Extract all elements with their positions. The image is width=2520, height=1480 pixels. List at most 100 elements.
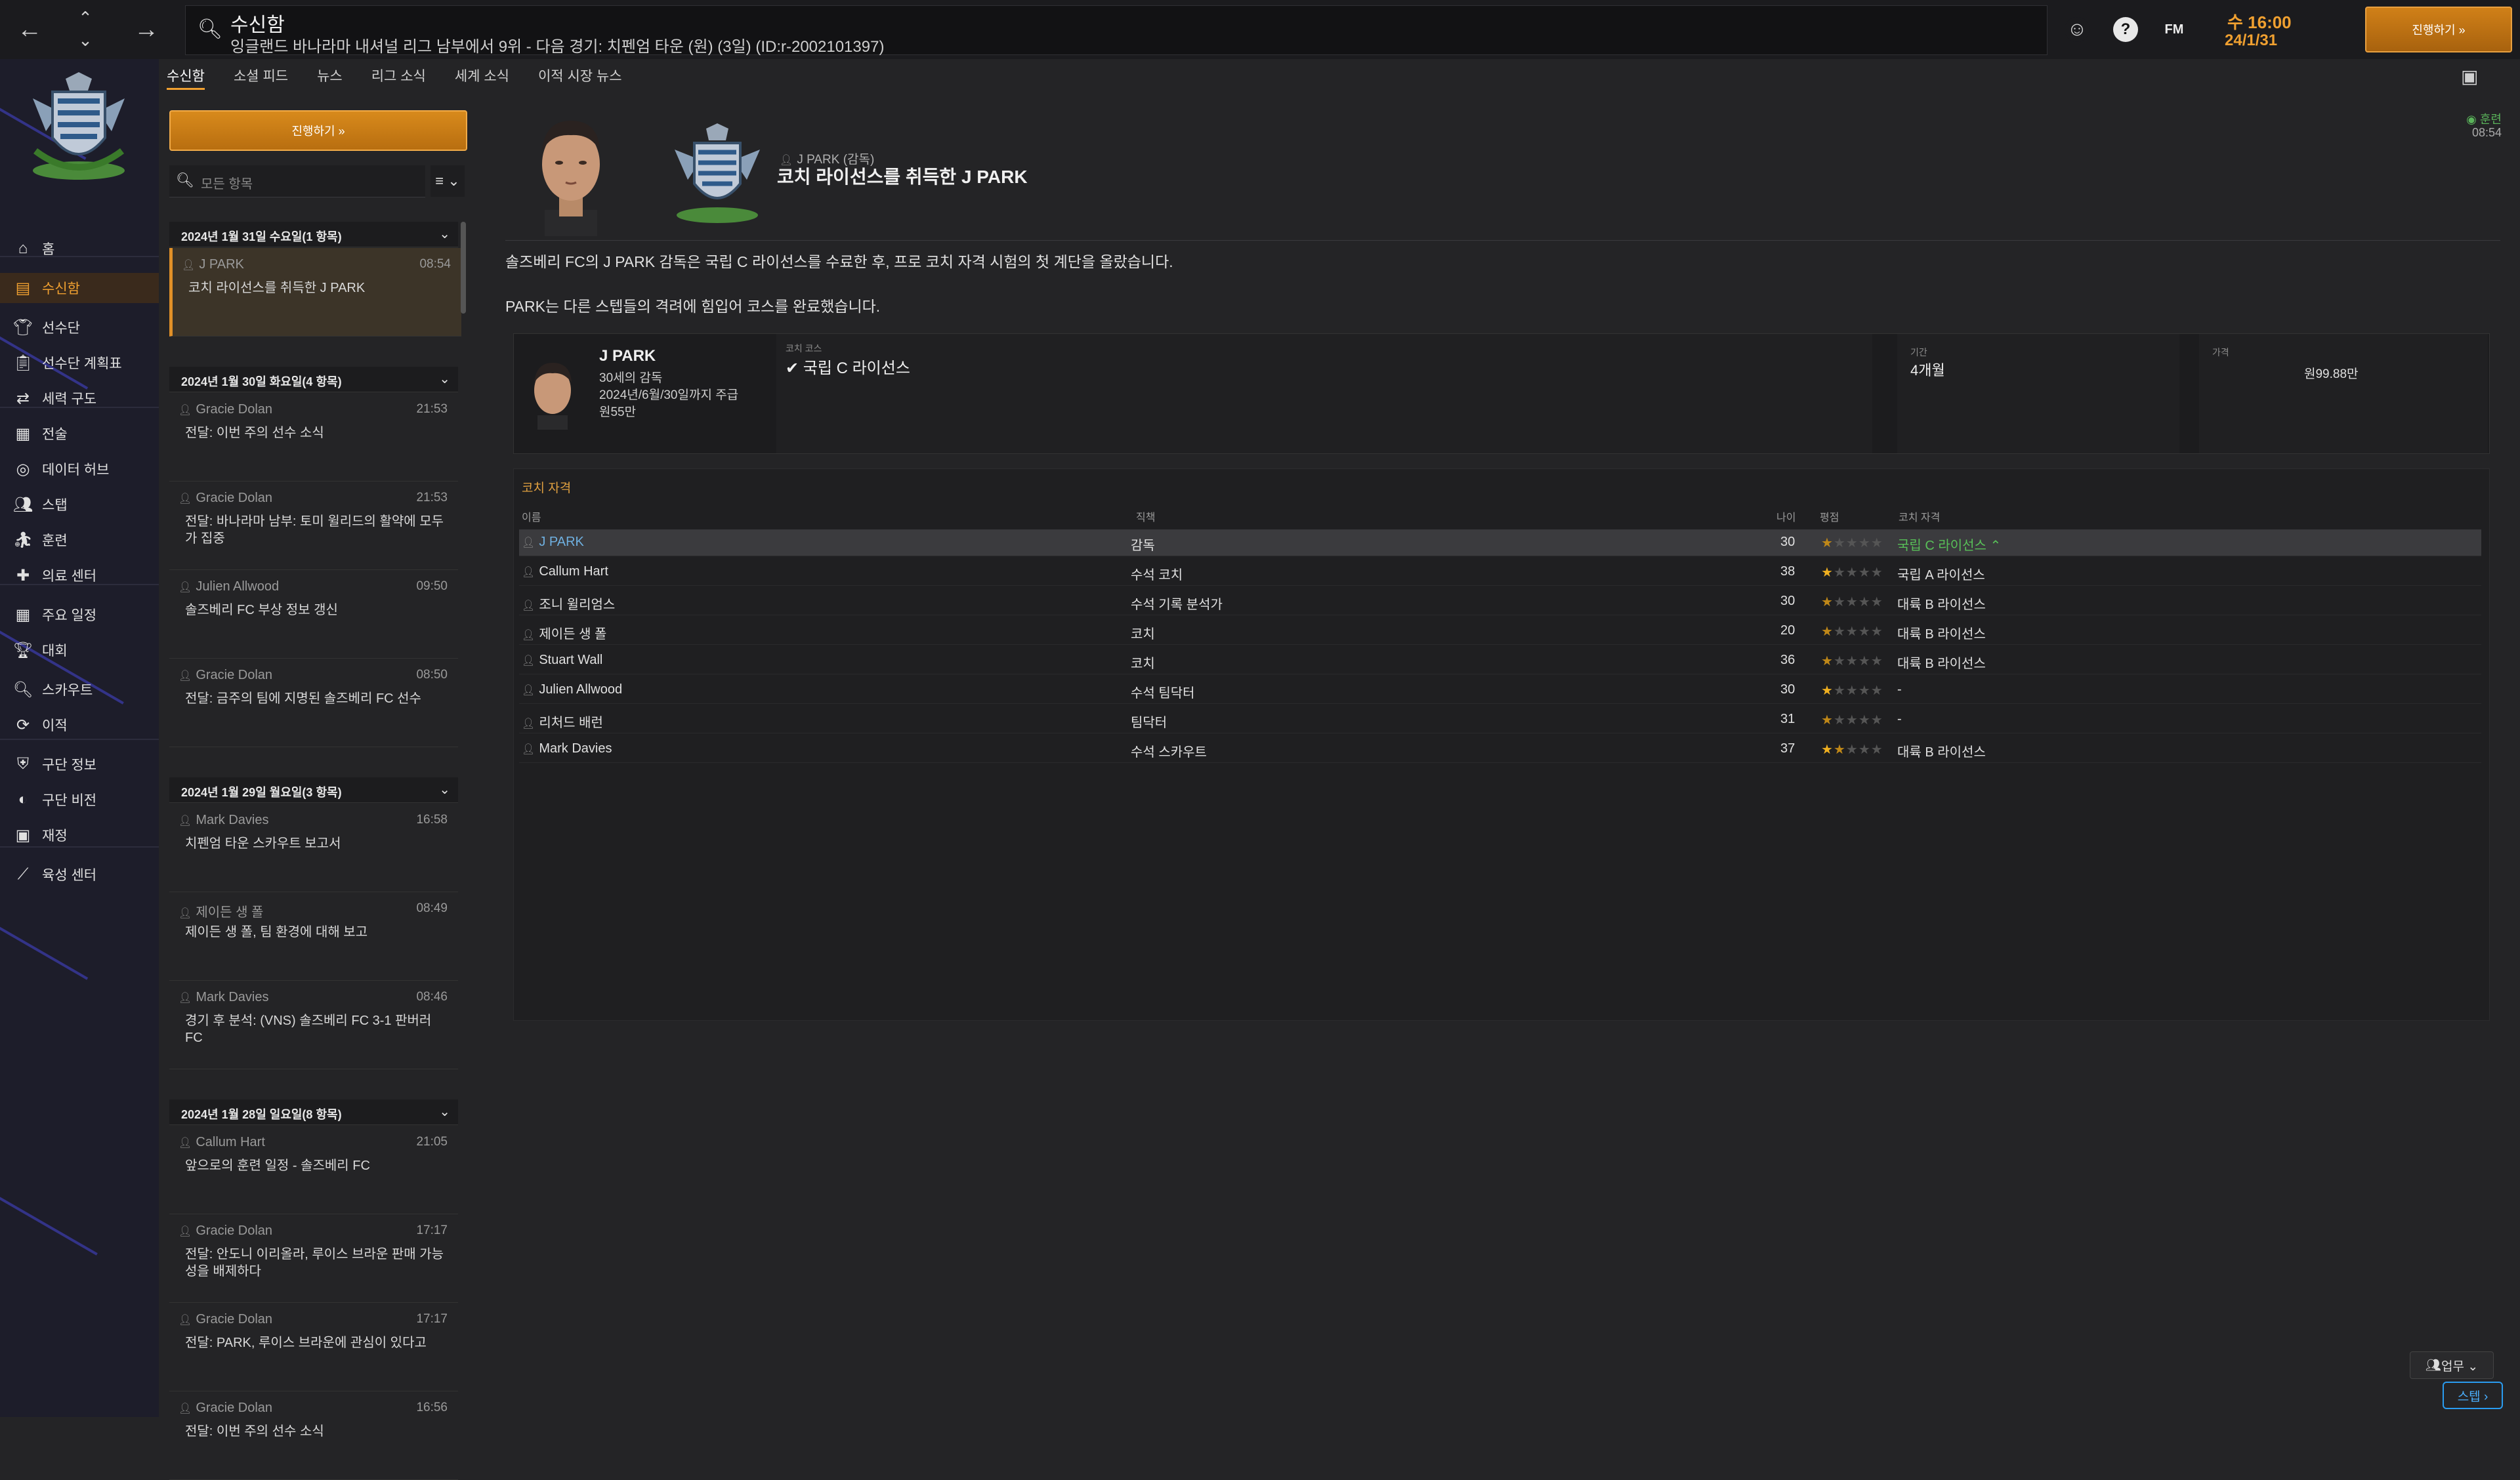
- sidebar-item[interactable]: 🔍︎ 스카우트: [0, 674, 159, 705]
- inbox-message[interactable]: 👤︎ Mark Davies 16:58 치펜엄 타운 스카우트 보고서: [169, 804, 458, 892]
- chevron-down-icon[interactable]: ⌄: [439, 1103, 450, 1120]
- chevron-down-icon[interactable]: ⌄: [439, 371, 450, 387]
- sidebar-item[interactable]: ⛹︎ 훈련: [0, 525, 159, 555]
- staff-name[interactable]: 👤︎ Callum Hart: [522, 564, 608, 579]
- course-value: ✔ 국립 C 라이선스: [786, 360, 910, 377]
- sidebar-item[interactable]: ◎︎ 데이터 허브: [0, 454, 159, 484]
- sidebar-item[interactable]: ⟳︎ 이적: [0, 710, 159, 740]
- header-role[interactable]: 직책: [1136, 508, 1155, 524]
- header-name[interactable]: 이름: [522, 508, 541, 524]
- inbox-message[interactable]: 👤︎ 제이든 생 폴 08:49 제이든 생 폴, 팀 환경에 대해 보고: [169, 892, 458, 981]
- message-sender: 👤︎ Julien Allwood: [178, 579, 280, 594]
- staff-rating-stars: ★★★★★: [1821, 713, 1883, 728]
- inbox-date-group[interactable]: 2024년 1월 31일 수요일(1 항목) ⌄: [169, 222, 458, 247]
- message-time: 17:17: [416, 1312, 448, 1326]
- staff-name[interactable]: 👤︎ Stuart Wall: [522, 653, 602, 668]
- message-pane: 👤︎ J PARK (감독) 코치 라이선스를 취득한 J PARK ◉ 훈련 0…: [486, 92, 2513, 1404]
- staff-age: 36: [1780, 653, 1796, 667]
- sidebar-item[interactable]: ▦︎ 주요 일정: [0, 600, 159, 630]
- message-time: 21:53: [416, 491, 448, 504]
- inbox-message[interactable]: 👤︎ Gracie Dolan 21:53 전달: 이번 주의 선수 소식: [169, 393, 458, 482]
- chevron-down-icon[interactable]: ⌄: [72, 29, 98, 51]
- chevron-down-icon[interactable]: ⌄: [439, 226, 450, 242]
- up-down-arrows[interactable]: ⌃ ⌄: [72, 7, 98, 52]
- layout-toggle-icon[interactable]: ▣: [2461, 66, 2478, 87]
- group-title: 2024년 1월 30일 화요일(4 항목): [181, 375, 342, 388]
- tab-transfer-news[interactable]: 이적 시장 뉴스: [538, 63, 622, 88]
- tab-social-feed[interactable]: 소셜 피드: [234, 63, 288, 88]
- inbox-date-group[interactable]: 2024년 1월 30일 화요일(4 항목) ⌄: [169, 367, 458, 392]
- inbox-message[interactable]: 👤︎ J PARK 08:54 코치 라이선스를 취득한 J PARK: [169, 248, 461, 337]
- message-time: 08:54: [2471, 126, 2502, 139]
- table-row[interactable]: 👤︎ Julien Allwood 수석 팀닥터 30 ★★★★★ -: [519, 677, 2481, 704]
- manager-thumbnail[interactable]: [524, 358, 581, 430]
- table-row[interactable]: 👤︎ 조니 윌리엄스 수석 기록 분석가 30 ★★★★★ 대륙 B 라이선스: [519, 588, 2481, 615]
- top-bar: ← ⌃ ⌄ → 🔍︎ 수신함 잉글랜드 바나라마 내셔널 리그 남부에서 9위 …: [0, 0, 2520, 59]
- sidebar-item[interactable]: 📋︎ 선수단 계획표: [0, 348, 159, 378]
- inbox-message[interactable]: 👤︎ Gracie Dolan 17:17 전달: 안도니 이리올라, 루이스 브라운…: [169, 1214, 458, 1303]
- table-row[interactable]: 👤︎ Stuart Wall 코치 36 ★★★★★ 대륙 B 라이선스: [519, 648, 2481, 674]
- inbox-message[interactable]: 👤︎ Gracie Dolan 17:17 전달: PARK, 루이스 브라운에 관심…: [169, 1303, 458, 1391]
- inbox-message[interactable]: 👤︎ Julien Allwood 09:50 솔즈베리 FC 부상 정보 갱신: [169, 570, 458, 659]
- sidebar-item[interactable]: ◐︎ 구단 비전: [0, 785, 159, 815]
- staff-next-button[interactable]: 스텝 ›: [2443, 1382, 2503, 1409]
- table-row[interactable]: 👤︎ 제이든 생 폴 코치 20 ★★★★★ 대륙 B 라이선스: [519, 618, 2481, 645]
- sidebar-item[interactable]: 🏆︎ 대회: [0, 635, 159, 665]
- staff-name[interactable]: 👤︎ Mark Davies: [522, 741, 612, 756]
- fm-logo[interactable]: FM: [2158, 17, 2191, 42]
- sidebar-item[interactable]: ⟋︎ 육성 센터: [0, 859, 159, 890]
- table-row[interactable]: 👤︎ 리처드 배런 팀닥터 31 ★★★★★ -: [519, 707, 2481, 733]
- inbox-date-group[interactable]: 2024년 1월 29일 월요일(3 항목) ⌄: [169, 777, 458, 803]
- staff-dropdown-button[interactable]: 👥︎ 업무 ⌄: [2410, 1351, 2494, 1379]
- inbox-filter-button[interactable]: ≡ ⌄: [430, 165, 465, 197]
- back-arrow-icon[interactable]: ←: [13, 13, 46, 46]
- header-rating[interactable]: 평점: [1820, 508, 1839, 524]
- staff-name[interactable]: 👤︎ 리처드 배런: [522, 712, 603, 731]
- inbox-search-input[interactable]: 🔍︎ 모든 항목: [169, 165, 425, 197]
- tab-league-news[interactable]: 리그 소식: [371, 63, 426, 88]
- sidebar-item[interactable]: ⌂︎ 홈: [0, 234, 159, 264]
- header-qualification[interactable]: 코치 자격: [1899, 508, 1940, 524]
- staff-name[interactable]: 👤︎ 제이든 생 폴: [522, 623, 606, 642]
- staff-name[interactable]: 👤︎ J PARK: [522, 535, 584, 550]
- inbox-message[interactable]: 👤︎ Callum Hart 21:05 앞으로의 훈련 일정 - 솔즈베리 FC: [169, 1126, 458, 1214]
- club-crest-icon[interactable]: [20, 72, 138, 190]
- inbox-message[interactable]: 👤︎ Gracie Dolan 16:56 전달: 이번 주의 선수 소식: [169, 1391, 458, 1480]
- inbox-message[interactable]: 👤︎ Gracie Dolan 21:53 전달: 바나라마 남부: 토미 윌리드의 …: [169, 482, 458, 570]
- face-icon[interactable]: ☺: [2065, 17, 2090, 42]
- calendar-icon: ▦︎: [15, 606, 31, 624]
- forward-arrow-icon[interactable]: →: [130, 13, 163, 46]
- title-search-bar[interactable]: 🔍︎ 수신함 잉글랜드 바나라마 내셔널 리그 남부에서 9위 - 다음 경기:…: [185, 5, 2048, 56]
- staff-name[interactable]: 👤︎ 조니 윌리엄스: [522, 594, 615, 613]
- inbox-message[interactable]: 👤︎ Mark Davies 08:46 경기 후 분석: (VNS) 솔즈베리 FC…: [169, 981, 458, 1069]
- table-row[interactable]: 👤︎ Callum Hart 수석 코치 38 ★★★★★ 국립 A 라이선스: [519, 559, 2481, 586]
- sidebar-item[interactable]: ⇄︎ 세력 구도: [0, 383, 159, 413]
- continue-button[interactable]: 진행하기 »: [2365, 7, 2512, 52]
- header-age[interactable]: 나이: [1776, 508, 1796, 524]
- game-date[interactable]: 수 16:00 24/1/31: [2212, 8, 2343, 51]
- table-row[interactable]: 👤︎ J PARK 감독 30 ★★★★★ 국립 C 라이선스 ⌃: [519, 529, 2481, 556]
- message-sender: 👤︎ Mark Davies: [178, 990, 269, 1004]
- inbox-scrollbar[interactable]: [461, 222, 466, 314]
- card-manager-name[interactable]: J PARK: [599, 347, 656, 365]
- inbox-continue-button[interactable]: 진행하기 »: [169, 110, 467, 151]
- table-row[interactable]: 👤︎ Mark Davies 수석 스카우트 37 ★★★★★ 대륙 B 라이선스: [519, 736, 2481, 763]
- chevron-up-icon[interactable]: ⌃: [72, 7, 98, 29]
- staff-name[interactable]: 👤︎ Julien Allwood: [522, 682, 622, 697]
- staff-role: 감독: [1131, 539, 1155, 553]
- tab-world-news[interactable]: 세계 소식: [455, 63, 509, 88]
- chevron-down-icon[interactable]: ⌄: [439, 781, 450, 798]
- tab-inbox[interactable]: 수신함: [167, 63, 205, 90]
- sidebar-item[interactable]: ✚︎ 의료 센터: [0, 560, 159, 590]
- tab-news[interactable]: 뉴스: [317, 63, 343, 88]
- sidebar-item[interactable]: 👕︎ 선수단: [0, 312, 159, 342]
- inbox-date-group[interactable]: 2024년 1월 28일 일요일(8 항목) ⌄: [169, 1100, 458, 1125]
- sidebar-item[interactable]: ▤︎ 수신함: [0, 273, 159, 303]
- sidebar-item[interactable]: ⛨︎ 구단 정보: [0, 749, 159, 779]
- sidebar-item[interactable]: ▦︎ 전술: [0, 419, 159, 449]
- sidebar-item[interactable]: 👥︎ 스탭: [0, 489, 159, 520]
- inbox-icon: ▤︎: [15, 279, 31, 297]
- inbox-message[interactable]: 👤︎ Gracie Dolan 08:50 전달: 금주의 팀에 지명된 솔즈베리 F…: [169, 659, 458, 747]
- help-icon[interactable]: ?: [2113, 17, 2138, 42]
- staff-qualification: 대륙 B 라이선스: [1897, 657, 1986, 671]
